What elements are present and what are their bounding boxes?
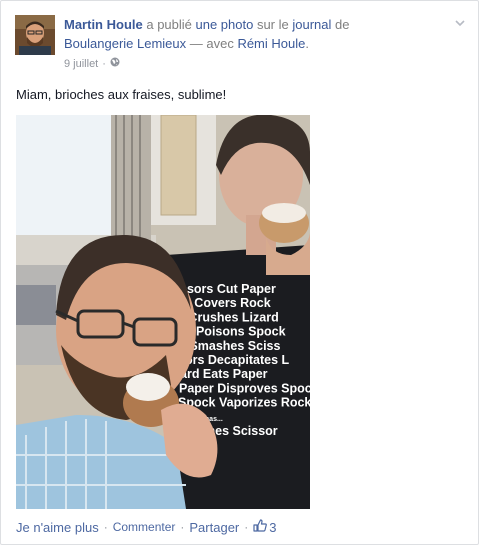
feed-story: Martin Houle a publié une photo sur le j… (0, 0, 479, 545)
shirt-text-line: ard Eats Paper (180, 367, 268, 381)
author-avatar[interactable] (15, 15, 55, 55)
header-text-3: de (331, 17, 350, 32)
action-separator: · (180, 520, 185, 534)
unlike-link[interactable]: Je n'aime plus (16, 520, 99, 535)
story-header: Martin Houle a publié une photo sur le j… (64, 15, 444, 53)
author-name-link[interactable]: Martin Houle (64, 17, 143, 32)
header-text-2: sur le (253, 17, 293, 32)
shirt-text-line: Spock Vaporizes Rock (178, 396, 310, 410)
post-photo[interactable]: ssors Cut Paper er Covers Rock k Crushes L… (16, 115, 310, 509)
post-message: Miam, brioches aux fraises, sublime! (16, 87, 227, 102)
tagged-friend-link[interactable]: Rémi Houle (237, 36, 305, 51)
share-link[interactable]: Partager (189, 520, 239, 535)
shirt-text-line: ssors Cut Paper (180, 282, 276, 296)
shirt-text-line: sors Decapitates L (178, 353, 290, 367)
header-text-1: a publié (142, 17, 196, 32)
photo-link[interactable]: une photo (196, 17, 254, 32)
thumbs-up-icon (253, 519, 268, 535)
like-count-link[interactable]: 3 (253, 519, 277, 535)
with-text: — avec (186, 36, 238, 51)
globe-icon[interactable] (110, 57, 120, 70)
like-count: 3 (269, 519, 277, 535)
action-bar: Je n'aime plus · Commenter · Partager · … (16, 519, 277, 535)
meta-separator: · (102, 57, 106, 70)
page-link[interactable]: Boulangerie Lemieux (64, 36, 186, 51)
action-separator: · (244, 520, 249, 534)
header-period: . (305, 36, 309, 51)
action-separator: · (103, 520, 108, 534)
journal-link[interactable]: journal (292, 17, 331, 32)
story-meta: 9 juillet · (64, 57, 120, 70)
comment-link[interactable]: Commenter (113, 520, 176, 534)
chevron-down-icon[interactable] (454, 17, 466, 29)
post-date[interactable]: 9 juillet (64, 58, 98, 70)
shirt-text-line: Paper Disproves Spock (179, 381, 310, 395)
